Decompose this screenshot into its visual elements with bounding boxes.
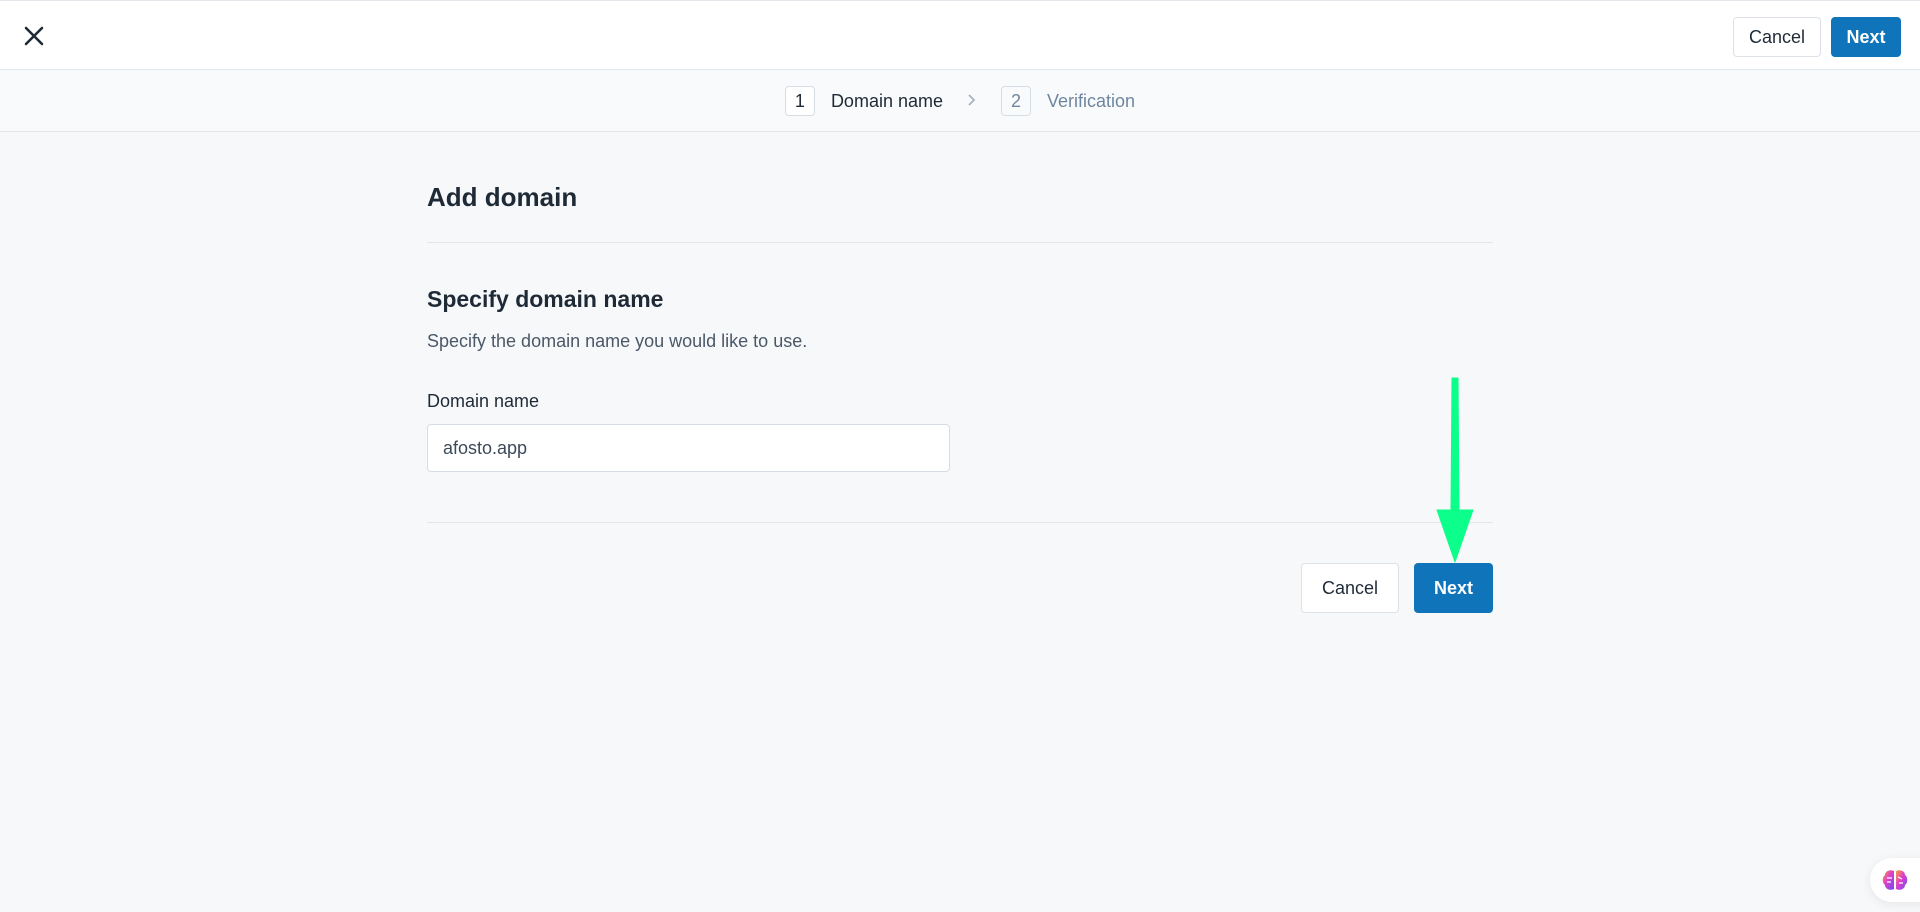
- close-icon: [24, 26, 44, 46]
- top-cancel-button[interactable]: Cancel: [1733, 17, 1821, 57]
- top-bar: Cancel Next: [0, 0, 1920, 70]
- step-domain-name: 1 Domain name: [784, 86, 943, 116]
- step-verification: 2 Verification: [1001, 86, 1135, 116]
- step-label: Domain name: [830, 90, 943, 111]
- brain-icon: [1882, 870, 1908, 890]
- chevron-right-icon: [967, 91, 977, 112]
- section-description: Specify the domain name you would like t…: [427, 331, 808, 351]
- close-button[interactable]: [18, 20, 50, 52]
- step-indicator: 1 Domain name 2 Verification: [0, 70, 1920, 132]
- next-button[interactable]: Next: [1414, 563, 1493, 613]
- annotation-arrow-icon: [1436, 377, 1474, 563]
- step-label: Verification: [1047, 90, 1136, 111]
- section-title: Specify domain name: [427, 286, 664, 312]
- divider: [427, 522, 1493, 523]
- cancel-button[interactable]: Cancel: [1301, 563, 1399, 613]
- page-title: Add domain: [427, 182, 578, 212]
- divider: [427, 242, 1493, 243]
- domain-name-input[interactable]: [427, 424, 950, 472]
- domain-name-label: Domain name: [427, 391, 540, 411]
- assistant-widget-button[interactable]: [1870, 858, 1920, 902]
- step-number: 2: [1001, 86, 1031, 116]
- top-next-button[interactable]: Next: [1831, 17, 1901, 57]
- step-number: 1: [784, 86, 815, 116]
